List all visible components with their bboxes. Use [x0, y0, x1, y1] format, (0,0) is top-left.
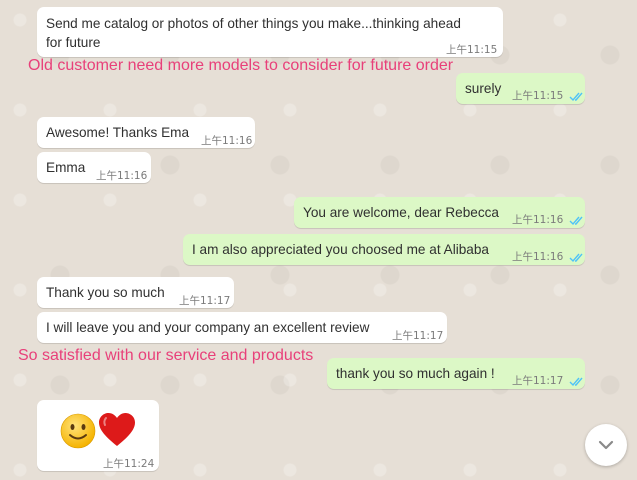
double-check-icon: [569, 253, 583, 262]
message-incoming-emoji[interactable]: 上午11:24: [37, 400, 159, 471]
chevron-down-icon: [598, 440, 614, 450]
message-time: 上午11:16: [201, 135, 253, 147]
message-text: I am also appreciated you choosed me at …: [192, 242, 489, 257]
message-incoming[interactable]: Thank you so much 上午11:17: [37, 277, 234, 308]
message-text: Thank you so much: [46, 285, 165, 300]
annotation-note: Old customer need more models to conside…: [28, 57, 454, 74]
message-time: 上午11:17: [179, 295, 231, 307]
message-text: You are welcome, dear Rebecca: [303, 205, 499, 220]
annotation-note: So satisfied with our service and produc…: [18, 347, 314, 364]
red-heart-icon: [99, 413, 135, 446]
slightly-smiling-face-icon: [60, 413, 96, 449]
message-text: Emma: [46, 160, 86, 175]
message-text: Send me catalog or photos of other thing…: [46, 16, 461, 31]
message-time: 上午11:16: [512, 211, 585, 230]
message-outgoing[interactable]: thank you so much again ! 上午11:17: [327, 358, 585, 389]
message-text: surely: [465, 81, 502, 96]
message-time: 上午11:15: [446, 44, 498, 56]
message-text: thank you so much again !: [336, 366, 495, 381]
message-time: 上午11:17: [392, 330, 444, 342]
message-outgoing[interactable]: You are welcome, dear Rebecca 上午11:16: [294, 197, 585, 228]
double-check-icon: [569, 377, 583, 386]
scroll-down-button[interactable]: [585, 424, 627, 466]
message-time: 上午11:24: [103, 458, 155, 470]
message-incoming[interactable]: Send me catalog or photos of other thing…: [37, 7, 503, 57]
message-text: Awesome! Thanks Ema: [46, 125, 190, 140]
message-time: 上午11:17: [512, 372, 585, 391]
message-text: I will leave you and your company an exc…: [46, 320, 370, 335]
message-time: 上午11:16: [96, 170, 148, 182]
message-time: 上午11:16: [512, 248, 585, 267]
double-check-icon: [569, 92, 583, 101]
message-outgoing[interactable]: I am also appreciated you choosed me at …: [183, 234, 585, 265]
message-time: 上午11:15: [512, 87, 585, 106]
message-incoming[interactable]: Awesome! Thanks Ema 上午11:16: [37, 117, 255, 148]
message-incoming[interactable]: I will leave you and your company an exc…: [37, 312, 447, 343]
double-check-icon: [569, 216, 583, 225]
message-text: for future: [46, 35, 101, 50]
message-incoming[interactable]: Emma 上午11:16: [37, 152, 151, 183]
message-outgoing[interactable]: surely 上午11:15: [456, 73, 585, 104]
